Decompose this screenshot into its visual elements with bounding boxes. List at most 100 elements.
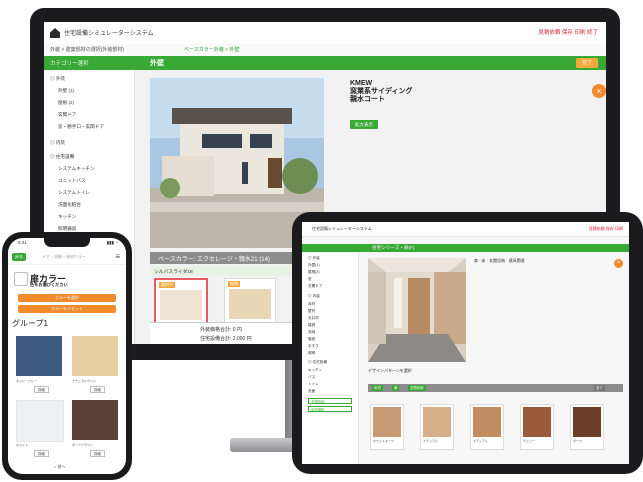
sidebar-item[interactable]: 天井材 xyxy=(308,316,319,321)
filter-chip[interactable]: 玄関収納 xyxy=(408,385,426,391)
tablet-page-title: 住宅シリーズ・扉(F) xyxy=(372,245,415,250)
swatch-color xyxy=(523,407,551,437)
wood-swatch[interactable]: ホワイトオーク xyxy=(370,404,404,450)
category-select-label[interactable]: カテゴリー選択 xyxy=(50,59,89,67)
sidebar-item[interactable]: 収納 xyxy=(308,330,315,335)
sidebar-item[interactable]: ◎ 外装 xyxy=(50,76,65,82)
sidebar-item[interactable]: システムトイレ xyxy=(58,190,90,196)
sidebar-item[interactable]: 床材 xyxy=(308,302,315,307)
product-brand: KMEW xyxy=(350,80,373,87)
swatch-label: ネイビーブルー xyxy=(16,379,37,383)
sidebar-item[interactable]: 照明 xyxy=(308,351,315,356)
product-name: KMEW 窯業系サイディング 親水コート xyxy=(350,80,413,104)
wood-swatch[interactable]: ミディアム xyxy=(470,404,504,450)
menu-icon[interactable]: ≡ xyxy=(115,252,120,261)
filter-chip[interactable]: 床材 xyxy=(372,385,383,391)
swatch-label: ナチュラルウッド xyxy=(72,379,97,383)
pattern-label: デザインパターンを選択 xyxy=(368,368,412,373)
tablet-screen: 住宅設備シミュレーターシステム 見積依頼 保存 印刷 住宅シリーズ・扉(F) ◎… xyxy=(302,222,629,464)
swatch-color xyxy=(423,407,451,437)
tablet-category-bar: 住宅シリーズ・扉(F) xyxy=(302,244,629,252)
wood-swatch[interactable]: ダーク xyxy=(570,404,604,450)
detail-button[interactable]: 詳細 xyxy=(34,386,49,393)
color-swatch[interactable] xyxy=(72,400,118,440)
sidebar-selected-item[interactable]: 玄関収納 xyxy=(308,398,352,404)
back-button[interactable]: 戻る xyxy=(12,253,26,261)
tablet-header: 住宅設備シミュレーターシステム 見積依頼 保存 印刷 xyxy=(302,222,629,237)
swatch-card[interactable]: 候補 xyxy=(224,278,276,324)
detail-button[interactable]: 詳細 xyxy=(90,450,105,457)
swatch-color xyxy=(573,407,601,437)
color-swatch[interactable] xyxy=(72,336,118,376)
detail-button[interactable]: 詳細 xyxy=(34,450,49,457)
swatch-label: チェリー xyxy=(523,439,536,443)
complete-button[interactable]: 完了 xyxy=(576,58,598,68)
enlarge-button[interactable]: 拡大表示 xyxy=(350,120,378,129)
close-icon[interactable]: × xyxy=(592,84,606,98)
door-icon xyxy=(14,272,28,286)
breadcrumb-left[interactable]: 外装 > 建築部材の選択(外装部材) xyxy=(50,46,124,53)
swatch-label: ダーク xyxy=(573,439,583,443)
reset-color-button[interactable]: カラーをリセット xyxy=(18,305,116,313)
swatch-label: ナチュラル xyxy=(423,439,439,443)
tablet-header-actions[interactable]: 見積依頼 保存 印刷 xyxy=(589,226,623,232)
sidebar-item[interactable]: キッチン xyxy=(308,368,322,373)
footer-nav[interactable]: < 前へ xyxy=(54,464,65,470)
price-row: 住宅設備合計: 2,000 円 xyxy=(200,336,252,342)
color-swatch[interactable] xyxy=(16,336,62,376)
close-icon[interactable]: × xyxy=(614,259,623,268)
filter-chip[interactable]: 扉 xyxy=(392,385,400,391)
swatch-label: ホワイト xyxy=(16,443,29,447)
wood-swatch[interactable]: チェリー xyxy=(520,404,554,450)
sidebar-item[interactable]: 外壁(1) xyxy=(308,263,320,268)
sidebar-item[interactable]: 窓 xyxy=(308,277,312,282)
wood-swatch[interactable]: ナチュラル xyxy=(420,404,454,450)
sidebar-item[interactable]: システムキッチン xyxy=(58,166,95,172)
sidebar-item[interactable]: ◎ 住宅設備 xyxy=(308,360,327,365)
phone-subheading: 色をお選びください xyxy=(30,282,68,287)
sidebar-item[interactable]: ユニットバス xyxy=(58,178,86,184)
sidebar-selected-item[interactable]: 床材選択 xyxy=(308,406,352,412)
breadcrumb: 外装 > 建築部材の選択(外装部材) ベースカラー外装 > 外壁 xyxy=(44,44,606,56)
price-row: 外装価格合計: 0 円 xyxy=(200,327,242,333)
sidebar-item[interactable]: キッチン xyxy=(58,214,76,220)
sidebar-item[interactable]: 外壁 (1) xyxy=(58,88,74,94)
sidebar-item[interactable]: ◎ 住宅設備 xyxy=(50,154,74,160)
sidebar-item[interactable]: 玄関ドア xyxy=(308,284,322,289)
phone-notch xyxy=(44,238,90,247)
select-color-button[interactable]: カラーを選択 xyxy=(18,294,116,302)
sidebar-item[interactable]: 洗面化粧台 xyxy=(58,202,81,208)
swatch-color xyxy=(229,289,271,319)
sidebar-item[interactable]: 窓・勝手口・玄関ドア xyxy=(58,124,104,130)
status-icons: ▮▮▮ ◔ xyxy=(106,240,118,245)
detail-button[interactable]: 詳細 xyxy=(90,386,105,393)
swatch-color xyxy=(473,407,501,437)
group-title: グループ1 xyxy=(12,319,48,328)
product-type: 窯業系サイディング xyxy=(350,88,413,95)
color-swatch[interactable] xyxy=(16,400,64,442)
sidebar-item[interactable]: 屋根(2) xyxy=(308,270,320,275)
header-actions[interactable]: 見積依頼 保存 印刷 終了 xyxy=(538,28,598,36)
sidebar-item[interactable]: ◎ 内装 xyxy=(308,294,320,299)
swatch-card[interactable]: 選択中 xyxy=(154,278,208,326)
category-bar: カテゴリー選択 外壁 完了 xyxy=(44,56,606,70)
filter-bar: 床材 扉 玄関収納 全て xyxy=(368,384,623,392)
filter-chip[interactable]: 全て xyxy=(594,385,605,391)
phone-nav: 戻る ドア・収納・床材カラー ≡ xyxy=(8,250,126,265)
phone-screen: 9:41 ▮▮▮ ◔ 戻る ドア・収納・床材カラー ≡ 扉カラー 色をお選びくだ… xyxy=(8,238,126,474)
breadcrumb-right[interactable]: ベースカラー外装 > 外壁 xyxy=(184,46,239,53)
sidebar-item[interactable]: 洗面 xyxy=(308,389,315,394)
sidebar-item[interactable]: 建具 xyxy=(308,323,315,328)
sidebar-item[interactable]: 玄関ドア xyxy=(58,112,76,118)
sidebar-item[interactable]: 手すり xyxy=(308,344,319,349)
sidebar-item[interactable]: バス xyxy=(308,375,315,380)
sidebar-item[interactable]: トイレ xyxy=(308,382,319,387)
sidebar-item[interactable]: ◎ 内装 xyxy=(50,140,65,146)
sidebar-item[interactable]: 階段 xyxy=(308,337,315,342)
swatch-label: ダークブラウン xyxy=(72,443,94,447)
sidebar-item[interactable]: ◎ 外装 xyxy=(308,256,320,261)
swatch-label: ミディアム xyxy=(473,439,488,443)
page-title: 外壁 xyxy=(150,60,164,67)
sidebar-item[interactable]: 壁材 xyxy=(308,309,315,314)
sidebar-item[interactable]: 屋根 (2) xyxy=(58,100,74,106)
